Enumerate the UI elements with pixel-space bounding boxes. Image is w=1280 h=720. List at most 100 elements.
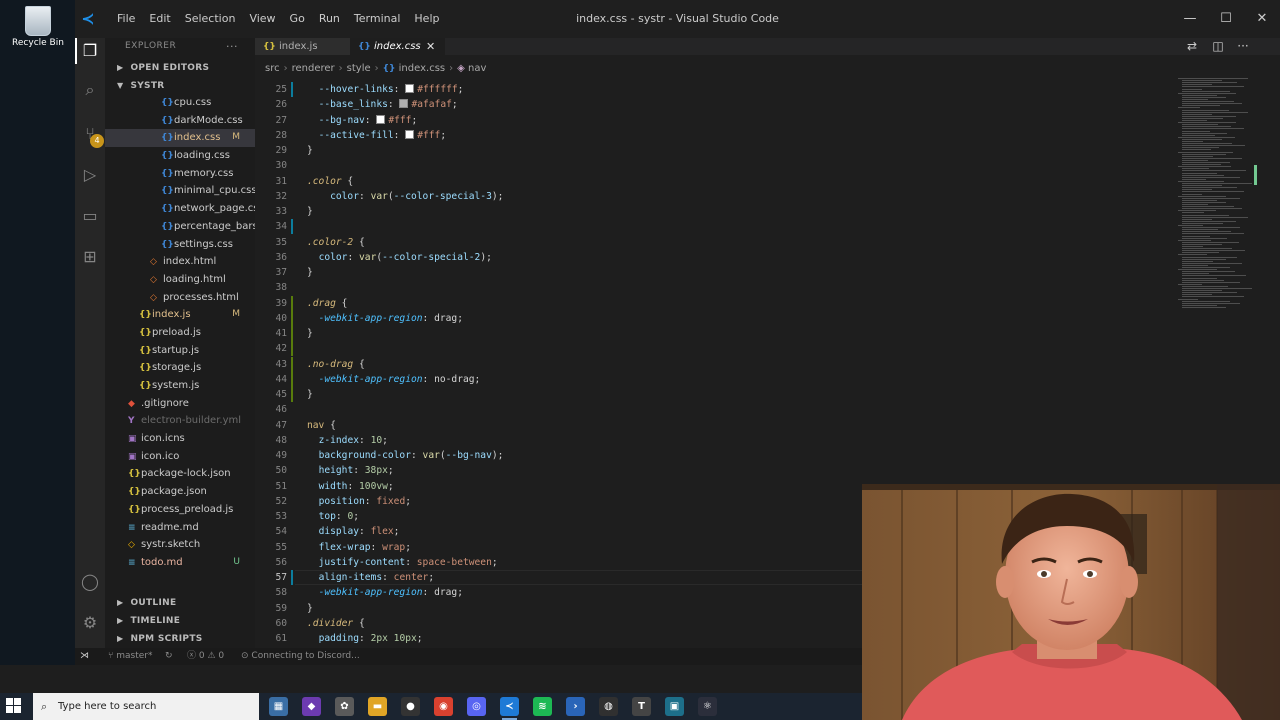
- branch-indicator[interactable]: ⑂ master*: [108, 648, 153, 665]
- file-item[interactable]: Yelectron-builder.yml: [105, 412, 255, 430]
- file-item[interactable]: ◇ index.html: [105, 253, 255, 271]
- breadcrumb-item[interactable]: style: [347, 63, 371, 74]
- file-item[interactable]: ▣ icon.icns: [105, 430, 255, 448]
- search-icon[interactable]: ⌕: [79, 79, 101, 101]
- file-item[interactable]: {}index.css M: [105, 129, 255, 148]
- file-item[interactable]: {}startup.js: [105, 342, 255, 360]
- remote-explorer-icon[interactable]: ▭: [79, 205, 101, 227]
- windows-start-icon[interactable]: [6, 698, 22, 714]
- minimap[interactable]: [1178, 78, 1258, 318]
- open-editors-section[interactable]: ▶ OPEN EDITORS: [105, 59, 255, 76]
- code-line[interactable]: 37}: [255, 265, 1155, 280]
- settings-app-icon[interactable]: ✿: [335, 697, 354, 716]
- menu-go[interactable]: Go: [283, 0, 312, 38]
- recycle-bin-shortcut[interactable]: Recycle Bin: [4, 6, 72, 48]
- file-item[interactable]: {}darkMode.css: [105, 112, 255, 130]
- code-line[interactable]: 31 .color {: [255, 174, 1155, 189]
- file-item[interactable]: {}process_preload.js: [105, 501, 255, 519]
- outline-section[interactable]: ▶ OUTLINE: [105, 594, 255, 611]
- visual-studio-app-icon[interactable]: ◆: [302, 697, 321, 716]
- minimize-button[interactable]: —: [1172, 0, 1208, 38]
- code-line[interactable]: 50 height: 38px;: [255, 463, 1155, 478]
- spotify-app-icon[interactable]: ≋: [533, 697, 552, 716]
- extensions-icon[interactable]: ⊞: [79, 246, 101, 268]
- sync-icon[interactable]: ↻: [165, 648, 173, 665]
- file-item[interactable]: {}network_page.css: [105, 200, 255, 218]
- code-line[interactable]: 44 -webkit-app-region: no-drag;: [255, 372, 1155, 387]
- code-line[interactable]: 29}: [255, 143, 1155, 158]
- breadcrumb-item[interactable]: src: [265, 63, 280, 74]
- file-explorer-app-icon[interactable]: ▦: [269, 697, 288, 716]
- vscode-app-icon[interactable]: ≺: [500, 697, 519, 720]
- code-line[interactable]: 39 .drag {: [255, 296, 1155, 311]
- run-debug-icon[interactable]: ▷: [79, 164, 101, 186]
- code-line[interactable]: 34: [255, 219, 1155, 234]
- file-item[interactable]: {}settings.css: [105, 236, 255, 254]
- menu-help[interactable]: Help: [407, 0, 446, 38]
- image-app-icon[interactable]: ▣: [665, 697, 684, 716]
- file-item[interactable]: {}minimal_cpu.css: [105, 182, 255, 200]
- close-window-button[interactable]: ✕: [1244, 0, 1280, 38]
- file-item[interactable]: ◇ processes.html: [105, 289, 255, 307]
- file-item[interactable]: ≡ todo.md U: [105, 554, 255, 572]
- menu-selection[interactable]: Selection: [178, 0, 243, 38]
- breadcrumb-item[interactable]: nav: [468, 63, 486, 74]
- menu-edit[interactable]: Edit: [142, 0, 177, 38]
- breadcrumb-item[interactable]: renderer: [292, 63, 335, 74]
- chrome-app-icon[interactable]: ◉: [434, 697, 453, 716]
- discord-app-icon[interactable]: ◎: [467, 697, 486, 716]
- remote-icon[interactable]: ⋊: [80, 648, 89, 665]
- code-line[interactable]: 30: [255, 158, 1155, 173]
- menu-run[interactable]: Run: [312, 0, 347, 38]
- code-line[interactable]: 35 .color-2 {: [255, 235, 1155, 250]
- file-item[interactable]: {}preload.js: [105, 324, 255, 342]
- electron-app-icon[interactable]: ⚛: [698, 697, 717, 716]
- file-item[interactable]: {}storage.js: [105, 359, 255, 377]
- file-item[interactable]: {}package.json: [105, 483, 255, 501]
- file-item[interactable]: ≡ readme.md: [105, 519, 255, 537]
- file-item[interactable]: ▣ icon.ico: [105, 448, 255, 466]
- npm-scripts-section[interactable]: ▶ NPM SCRIPTS: [105, 630, 255, 647]
- code-line[interactable]: 49 background-color: var(--bg-nav);: [255, 448, 1155, 463]
- problems-indicator[interactable]: ⓧ 0 ⚠ 0: [187, 648, 224, 665]
- code-line[interactable]: 43 .no-drag {: [255, 357, 1155, 372]
- file-item[interactable]: {}cpu.css: [105, 94, 255, 112]
- more-actions-icon[interactable]: ···: [1232, 38, 1254, 55]
- code-line[interactable]: 25 --hover-links: #ffffff;: [255, 82, 1155, 97]
- explorer-files-icon[interactable]: ❐: [79, 40, 101, 62]
- code-line[interactable]: 33}: [255, 204, 1155, 219]
- project-folder-section[interactable]: ▼ SYSTR: [105, 77, 255, 94]
- typora-app-icon[interactable]: T: [632, 697, 651, 716]
- file-item[interactable]: ◇ systr.sketch: [105, 536, 255, 554]
- menu-view[interactable]: View: [242, 0, 282, 38]
- breadcrumb-item[interactable]: index.css: [399, 63, 445, 74]
- file-item[interactable]: {}percentage_bars.css: [105, 218, 255, 236]
- file-item[interactable]: {}index.js M: [105, 306, 255, 324]
- explorer-more-actions-icon[interactable]: ···: [226, 38, 238, 55]
- taskbar-search-box[interactable]: ⌕ Type here to search: [33, 693, 259, 720]
- menu-file[interactable]: File: [110, 0, 142, 38]
- github-app-icon[interactable]: ●: [401, 697, 420, 716]
- code-line[interactable]: 48 z-index: 10;: [255, 433, 1155, 448]
- tab-index-css[interactable]: {} index.css ✕: [350, 38, 445, 55]
- powershell-app-icon[interactable]: ›: [566, 697, 585, 716]
- file-item[interactable]: {}loading.css: [105, 147, 255, 165]
- code-line[interactable]: 27 --bg-nav: #fff;: [255, 113, 1155, 128]
- close-tab-icon[interactable]: ✕: [426, 38, 435, 55]
- folder-app-icon[interactable]: ▬: [368, 697, 387, 716]
- open-changes-icon[interactable]: ⇄: [1181, 38, 1203, 55]
- code-line[interactable]: 36 color: var(--color-special-2);: [255, 250, 1155, 265]
- code-line[interactable]: 38: [255, 280, 1155, 295]
- split-editor-icon[interactable]: ◫: [1207, 38, 1229, 55]
- obs-app-icon[interactable]: ◍: [599, 697, 618, 716]
- code-line[interactable]: 41}: [255, 326, 1155, 341]
- manage-gear-icon[interactable]: ⚙: [79, 612, 101, 634]
- tab-index-js[interactable]: {} index.js: [255, 38, 350, 55]
- discord-status[interactable]: ⊙ Connecting to Discord...: [241, 648, 360, 665]
- code-line[interactable]: 40 -webkit-app-region: drag;: [255, 311, 1155, 326]
- accounts-icon[interactable]: ◯: [79, 571, 101, 593]
- code-line[interactable]: 42: [255, 341, 1155, 356]
- code-line[interactable]: 26 --base_links: #afafaf;: [255, 97, 1155, 112]
- code-line[interactable]: 45}: [255, 387, 1155, 402]
- menu-terminal[interactable]: Terminal: [347, 0, 408, 38]
